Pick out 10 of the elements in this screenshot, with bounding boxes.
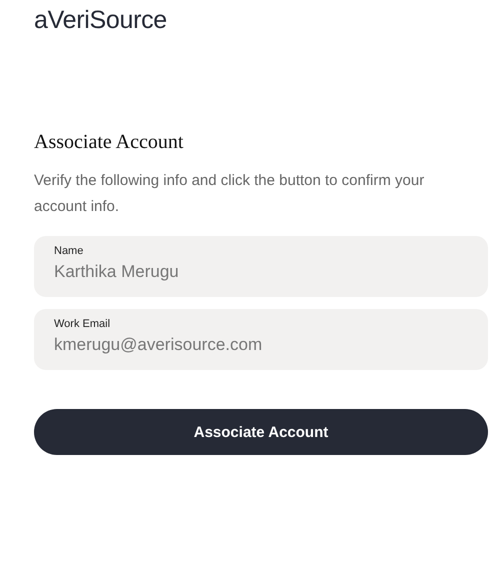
input-field[interactable]: Work Email kmerugu@averisource.com xyxy=(34,309,488,370)
description-text: Verify the following info and click the button to confirm your account info. xyxy=(34,171,426,217)
field-label: Work Email xyxy=(54,318,112,330)
page-heading: Associate Account xyxy=(34,131,184,154)
field-label: Name xyxy=(54,245,84,257)
logo: aVeriSource xyxy=(34,6,167,35)
text-field[interactable]: kmerugu@averisource.com xyxy=(54,335,468,355)
text-field[interactable]: Karthika Merugu xyxy=(54,262,468,282)
associate-account-button[interactable]: Associate Account xyxy=(34,409,488,455)
input-field[interactable]: Name Karthika Merugu xyxy=(34,236,488,297)
